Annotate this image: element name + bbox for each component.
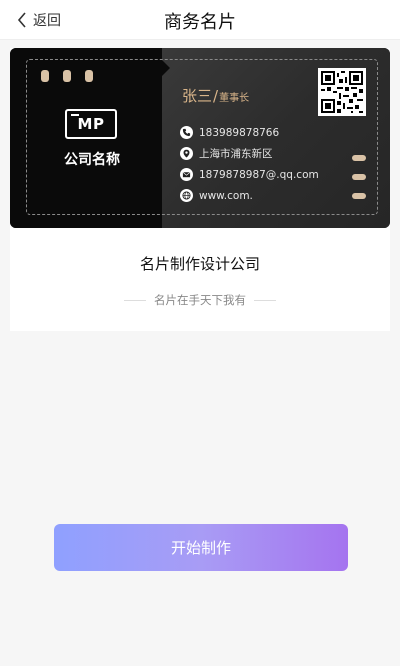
contact-row-email: 1879878987@.qq.com bbox=[180, 164, 340, 185]
decorative-dashes bbox=[352, 155, 366, 212]
contact-row-address: 上海市浦东新区 bbox=[180, 143, 340, 164]
card-panel: MP 公司名称 张三 / 董事长 183989878766 上海市浦东新区 18… bbox=[10, 48, 390, 331]
person-name: 张三 bbox=[182, 87, 213, 105]
start-create-button[interactable]: 开始制作 bbox=[54, 524, 348, 571]
person-info: 张三 / 董事长 bbox=[182, 85, 249, 106]
divider-line-right bbox=[254, 299, 276, 301]
logo-text: MP bbox=[77, 115, 105, 133]
company-logo: MP bbox=[65, 109, 117, 139]
location-icon bbox=[180, 147, 193, 160]
slogan-row: 名片在手天下我有 bbox=[10, 292, 390, 308]
page-title: 商务名片 bbox=[164, 12, 236, 33]
contact-email: 1879878987@.qq.com bbox=[199, 168, 319, 181]
contact-website: www.com. bbox=[199, 189, 253, 202]
email-icon bbox=[180, 168, 193, 181]
slogan-text: 名片在手天下我有 bbox=[154, 293, 246, 307]
qr-code-icon bbox=[318, 68, 366, 116]
person-title: 董事长 bbox=[219, 93, 250, 104]
contact-list: 183989878766 上海市浦东新区 1879878987@.qq.com … bbox=[180, 122, 340, 206]
contact-phone: 183989878766 bbox=[199, 126, 280, 139]
business-card-preview[interactable]: MP 公司名称 张三 / 董事长 183989878766 上海市浦东新区 18… bbox=[10, 48, 390, 228]
contact-address: 上海市浦东新区 bbox=[199, 148, 273, 160]
contact-row-website: www.com. bbox=[180, 185, 340, 206]
header: 返回 商务名片 bbox=[0, 0, 400, 40]
name-separator: / bbox=[213, 87, 219, 105]
decorative-dots bbox=[41, 70, 93, 82]
phone-icon bbox=[180, 126, 193, 139]
globe-icon bbox=[180, 189, 193, 202]
brand-title: 名片制作设计公司 bbox=[139, 255, 260, 273]
divider-line-left bbox=[124, 299, 146, 301]
contact-row-phone: 183989878766 bbox=[180, 122, 340, 143]
company-name: 公司名称 bbox=[64, 152, 120, 168]
